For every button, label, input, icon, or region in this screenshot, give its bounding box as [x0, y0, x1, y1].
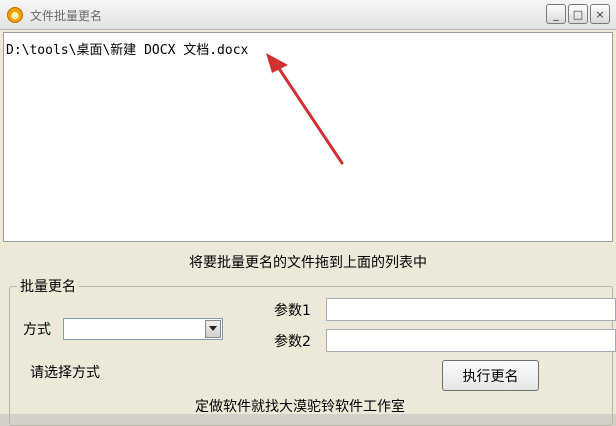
rename-panel: 将要批量更名的文件拖到上面的列表中 批量更名 方式 参数1 参数2 请选择方式 …	[0, 244, 616, 426]
close-icon: ×	[595, 7, 605, 21]
param1-input[interactable]	[326, 298, 616, 321]
chevron-down-icon	[209, 326, 217, 331]
file-list[interactable]: D:\tools\桌面\新建 DOCX 文档.docx	[3, 32, 613, 242]
minimize-icon: _	[553, 7, 559, 21]
param2-label: 参数2	[274, 334, 311, 350]
mode-select[interactable]	[63, 318, 223, 340]
status-text: 请选择方式	[30, 365, 100, 381]
minimize-button[interactable]: _	[546, 4, 566, 24]
title-bar[interactable]: 文件批量更名 _ □ ×	[0, 0, 616, 30]
maximize-icon: □	[572, 7, 584, 21]
annotation-arrow-icon	[266, 53, 344, 165]
app-window: 文件批量更名 _ □ × D:\tools\桌面\新建 DOCX 文档.docx…	[0, 0, 616, 426]
close-button[interactable]: ×	[590, 4, 610, 24]
param2-input[interactable]	[326, 329, 616, 352]
dropdown-button[interactable]	[205, 320, 221, 338]
mode-label: 方式	[23, 322, 51, 338]
maximize-button[interactable]: □	[568, 4, 588, 24]
execute-rename-button[interactable]: 执行更名	[442, 360, 539, 391]
window-title: 文件批量更名	[30, 9, 103, 23]
drag-hint-text: 将要批量更名的文件拖到上面的列表中	[189, 255, 427, 271]
group-title: 批量更名	[17, 276, 79, 296]
param1-label: 参数1	[274, 303, 311, 319]
footer-text: 定做软件就找大漠驼铃软件工作室	[195, 399, 405, 415]
app-logo-icon	[7, 7, 23, 23]
